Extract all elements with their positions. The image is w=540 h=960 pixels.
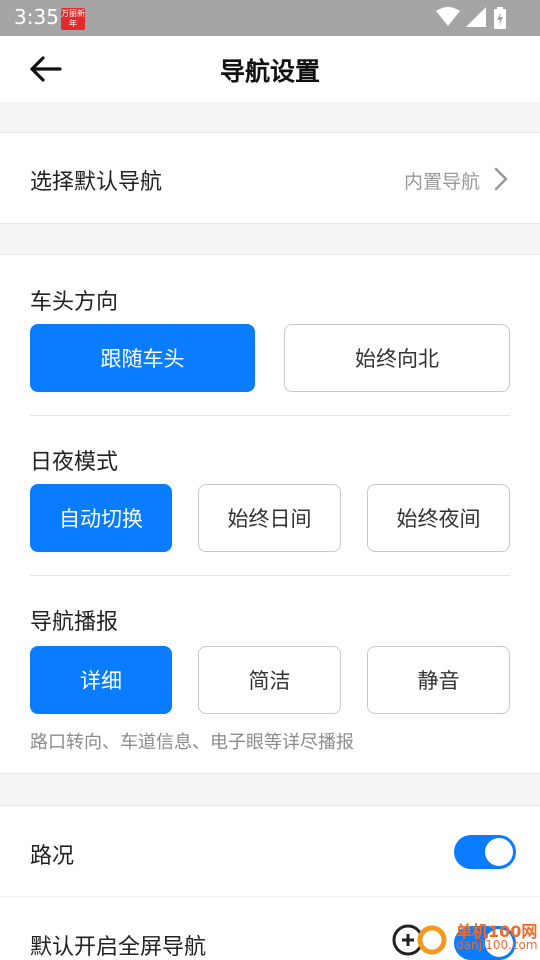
default-nav-value: 内置导航 xyxy=(403,171,480,193)
day-night-title: 日夜模式 xyxy=(30,450,119,475)
broadcast-hint: 路口转向、车道信息、电子眼等详尽播报 xyxy=(30,732,354,753)
option-detailed[interactable]: 详细 xyxy=(30,646,172,714)
option-concise[interactable]: 简洁 xyxy=(198,646,341,714)
broadcast-title: 导航播报 xyxy=(30,610,119,635)
watermark-logo-icon xyxy=(392,924,447,956)
watermark-site: danji100.com xyxy=(456,938,538,952)
status-bar: 3:35 万丽新年 xyxy=(0,0,540,36)
toggle-knob xyxy=(485,838,513,866)
battery-icon xyxy=(494,7,506,29)
option-always-north[interactable]: 始终向北 xyxy=(284,324,510,392)
option-mute[interactable]: 静音 xyxy=(367,646,510,714)
page-title: 导航设置 xyxy=(219,57,320,86)
option-auto-switch[interactable]: 自动切换 xyxy=(30,484,172,552)
app-header: 导航设置 xyxy=(0,36,540,102)
watermark: 单机100网 danji100.com xyxy=(392,916,540,960)
nav-settings-card: 车头方向 跟随车头 始终向北 日夜模式 自动切换 始终日间 始终夜间 导航播报 … xyxy=(0,254,540,774)
option-always-night[interactable]: 始终夜间 xyxy=(367,484,510,552)
divider xyxy=(30,575,510,576)
status-time: 3:35 xyxy=(14,5,59,29)
fullscreen-label: 默认开启全屏导航 xyxy=(30,935,207,960)
wifi-icon xyxy=(436,7,460,26)
signal-icon xyxy=(466,7,486,27)
heading-direction-title: 车头方向 xyxy=(30,290,119,315)
traffic-label: 路况 xyxy=(30,844,75,869)
default-nav-label: 选择默认导航 xyxy=(30,170,163,195)
traffic-row: 路况 xyxy=(0,805,540,897)
traffic-toggle[interactable] xyxy=(454,835,516,869)
option-always-day[interactable]: 始终日间 xyxy=(198,484,341,552)
option-follow-heading[interactable]: 跟随车头 xyxy=(30,324,255,392)
divider xyxy=(30,415,510,416)
chevron-right-icon xyxy=(494,167,508,191)
app-notification-icon: 万丽新年 xyxy=(61,8,85,30)
default-nav-row[interactable]: 选择默认导航 内置导航 xyxy=(0,132,540,224)
